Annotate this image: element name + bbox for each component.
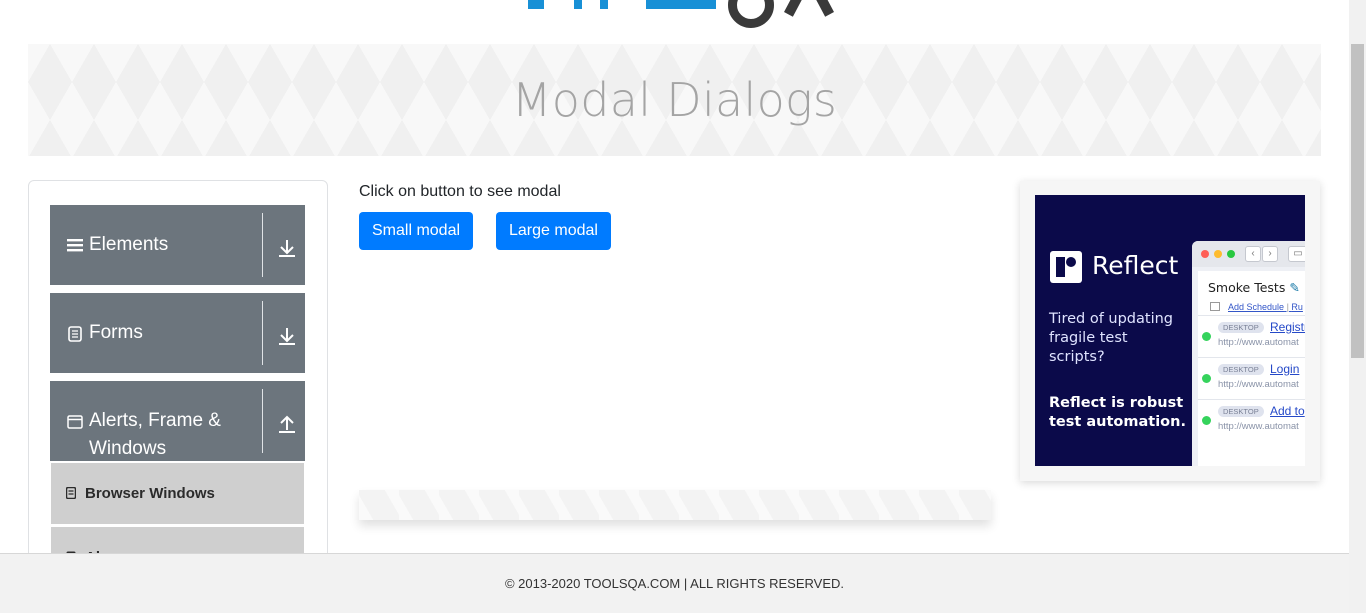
- large-modal-button[interactable]: Large modal: [496, 212, 611, 250]
- page-banner: Modal Dialogs: [28, 44, 1321, 156]
- status-dot-icon: [1202, 416, 1211, 425]
- test-link: Add to: [1270, 404, 1305, 418]
- test-url: http://www.automat: [1218, 337, 1299, 348]
- ad-tagline: Tired of updating fragile test scripts?: [1049, 311, 1173, 365]
- divider: [262, 301, 263, 365]
- test-link: Registr: [1270, 320, 1305, 334]
- ad-test-row: DESKTOP Registr http://www.automat: [1198, 315, 1305, 356]
- ad-panel: Smoke Tests ✎ Add Schedule | Ru DESKTOP …: [1198, 271, 1305, 466]
- window-titlebar: ‹ › ▭: [1192, 241, 1305, 267]
- sidebar-group-alerts[interactable]: Alerts, Frame & Windows: [50, 381, 305, 461]
- document-icon: [68, 326, 82, 342]
- download-arrow-icon[interactable]: [276, 237, 298, 259]
- platform-tag: DESKTOP: [1218, 406, 1264, 417]
- logo-letter-fragment: [784, 0, 806, 17]
- logo-letter-fragment: [646, 0, 716, 9]
- test-link: Login: [1270, 362, 1300, 376]
- ad-window-title: Smoke Tests ✎: [1208, 280, 1300, 295]
- test-url: http://www.automat: [1218, 421, 1299, 432]
- upload-arrow-icon[interactable]: [276, 413, 298, 435]
- sidebar-item-browser-windows[interactable]: Browser Windows: [51, 463, 304, 524]
- logo-letter-fragment: [600, 0, 608, 9]
- add-schedule-link: Add Schedule | Ru: [1228, 302, 1303, 312]
- status-dot-icon: [1202, 332, 1211, 341]
- status-dot-icon: [1202, 374, 1211, 383]
- toolsqa-logo[interactable]: [528, 0, 840, 36]
- sidebar-group-forms[interactable]: Forms: [50, 293, 305, 373]
- document-small-icon: [66, 487, 76, 499]
- forward-icon: ›: [1262, 246, 1278, 262]
- back-icon: ‹: [1245, 246, 1261, 262]
- sidebar-group-label: Forms: [89, 322, 143, 343]
- minimize-dot-icon: [1214, 250, 1222, 258]
- maximize-dot-icon: [1227, 250, 1235, 258]
- divider: [262, 213, 263, 277]
- page-footer: © 2013-2020 TOOLSQA.COM | ALL RIGHTS RES…: [0, 553, 1349, 613]
- scrollbar-thumb[interactable]: [1351, 44, 1364, 358]
- logo-letter-fragment: [528, 0, 544, 9]
- calendar-icon: [1210, 302, 1220, 311]
- window-icon: [67, 415, 83, 429]
- ad-brand: Reflect: [1092, 251, 1179, 280]
- hamburger-icon: [67, 239, 83, 252]
- ad-container: Reflect Tired of updating fragile test s…: [1020, 181, 1320, 481]
- logo-shape: [1056, 257, 1065, 277]
- ad-app-window: ‹ › ▭ Smoke Tests ✎ Add Schedule | Ru DE…: [1192, 241, 1305, 466]
- sidebar-group-elements[interactable]: Elements: [50, 205, 305, 285]
- page-title: Modal Dialogs: [511, 73, 838, 127]
- instruction-text: Click on button to see modal: [359, 183, 561, 200]
- ad-test-row: DESKTOP Login http://www.automat: [1198, 357, 1305, 398]
- small-modal-button[interactable]: Small modal: [359, 212, 474, 250]
- platform-tag: DESKTOP: [1218, 322, 1264, 333]
- pencil-icon: ✎: [1289, 280, 1300, 295]
- logo-letter-fragment: [812, 0, 834, 17]
- logo-shape: [1066, 257, 1076, 267]
- divider: [262, 389, 263, 453]
- ad-banner-placeholder: [359, 490, 991, 520]
- logo-letter-fragment: [574, 0, 582, 9]
- left-sidebar: Elements Forms Alerts, Frame & Windows B…: [28, 180, 328, 580]
- reflect-ad[interactable]: Reflect Tired of updating fragile test s…: [1035, 195, 1305, 466]
- sidebar-toggle-icon: ▭: [1288, 246, 1305, 262]
- test-url: http://www.automat: [1218, 379, 1299, 390]
- sidebar-group-label: Elements: [89, 234, 169, 255]
- ad-test-row: DESKTOP Add to http://www.automat: [1198, 399, 1305, 440]
- close-dot-icon: [1201, 250, 1209, 258]
- platform-tag: DESKTOP: [1218, 364, 1264, 375]
- copyright-text: © 2013-2020 TOOLSQA.COM | ALL RIGHTS RES…: [504, 576, 845, 591]
- sidebar-group-label: Alerts, Frame & Windows: [89, 410, 221, 459]
- download-arrow-icon[interactable]: [276, 325, 298, 347]
- reflect-logo-icon: [1050, 251, 1082, 283]
- sidebar-item-label: Browser Windows: [85, 485, 215, 502]
- ad-tagline-bold: Reflect is robust test automation.: [1049, 395, 1186, 430]
- vertical-scrollbar[interactable]: [1349, 0, 1366, 613]
